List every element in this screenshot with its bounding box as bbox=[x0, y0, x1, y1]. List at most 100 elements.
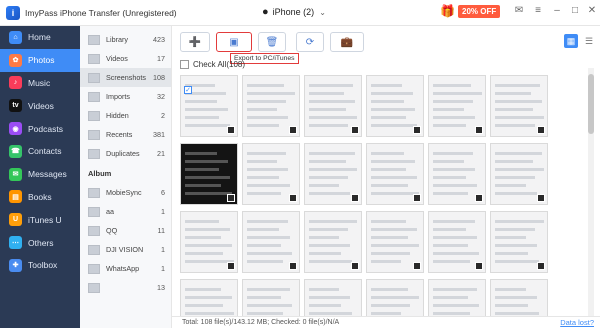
category-item[interactable]: Videos 17 bbox=[80, 49, 171, 68]
sidebar-item-music[interactable]: ♪ Music bbox=[0, 72, 80, 95]
screenshot-thumbnail[interactable] bbox=[304, 211, 362, 273]
category-item[interactable]: Hidden 2 bbox=[80, 106, 171, 125]
sidebar-item-others[interactable]: ⋯ Others bbox=[0, 231, 80, 254]
maximize-icon[interactable]: □ bbox=[568, 5, 582, 16]
expand-icon[interactable] bbox=[475, 194, 483, 202]
list-view-button[interactable]: ☰ bbox=[582, 34, 596, 48]
screenshot-thumbnail[interactable] bbox=[428, 211, 486, 273]
expand-icon[interactable] bbox=[413, 126, 421, 134]
screenshot-thumbnail[interactable] bbox=[366, 211, 424, 273]
expand-icon[interactable] bbox=[537, 126, 545, 134]
thumbnail-content-line bbox=[185, 244, 232, 247]
screenshot-thumbnail[interactable] bbox=[428, 143, 486, 205]
check-all[interactable]: Check All(108) bbox=[180, 60, 245, 69]
gift-icon[interactable]: 🎁 bbox=[440, 4, 455, 18]
menu-icon[interactable]: ≡ bbox=[531, 5, 545, 16]
sidebar-item-home[interactable]: ⌂ Home bbox=[0, 26, 80, 49]
category-item[interactable]: 13 bbox=[80, 278, 171, 297]
thumbnail-content-line bbox=[371, 192, 419, 195]
category-label: DJI VISION bbox=[106, 245, 144, 254]
minimize-icon[interactable]: – bbox=[550, 5, 564, 16]
screenshot-thumbnail[interactable] bbox=[242, 143, 300, 205]
category-item[interactable]: WhatsApp 1 bbox=[80, 259, 171, 278]
category-item[interactable]: MobieSync 6 bbox=[80, 183, 171, 202]
screenshot-thumbnail[interactable] bbox=[428, 75, 486, 137]
expand-icon[interactable] bbox=[289, 194, 297, 202]
thumbnail-content-line bbox=[371, 220, 406, 223]
category-item[interactable]: Library 423 bbox=[80, 30, 171, 49]
expand-icon[interactable] bbox=[537, 262, 545, 270]
expand-icon[interactable] bbox=[289, 126, 297, 134]
thumbnail-content-line bbox=[433, 312, 470, 315]
screenshot-thumbnail[interactable] bbox=[366, 279, 424, 316]
scroll-thumb[interactable] bbox=[588, 74, 594, 134]
screenshot-thumbnail[interactable] bbox=[180, 143, 238, 205]
screenshot-thumbnail[interactable] bbox=[490, 279, 548, 316]
screenshot-thumbnail[interactable] bbox=[304, 279, 362, 316]
toolkit-button[interactable]: 💼 bbox=[330, 32, 364, 52]
screenshot-thumbnail[interactable] bbox=[490, 211, 548, 273]
sidebar-item-contacts[interactable]: ☎ Contacts bbox=[0, 140, 80, 163]
category-count: 17 bbox=[157, 54, 165, 63]
category-item[interactable]: Screenshots 108 bbox=[80, 68, 171, 87]
screenshot-thumbnail[interactable] bbox=[180, 279, 238, 316]
screenshot-thumbnail[interactable] bbox=[490, 143, 548, 205]
sidebar-item-photos[interactable]: ✿ Photos bbox=[0, 48, 80, 72]
refresh-button[interactable]: ⟳ bbox=[296, 32, 324, 52]
sidebar-item-messages[interactable]: ✉ Messages bbox=[0, 163, 80, 186]
expand-icon[interactable] bbox=[351, 262, 359, 270]
expand-icon[interactable] bbox=[227, 194, 235, 202]
expand-icon[interactable] bbox=[351, 126, 359, 134]
screenshot-thumbnail[interactable] bbox=[366, 75, 424, 137]
category-item[interactable]: DJI VISION 1 bbox=[80, 240, 171, 259]
expand-icon[interactable] bbox=[537, 194, 545, 202]
expand-icon[interactable] bbox=[413, 262, 421, 270]
promo-area[interactable]: 🎁 20% OFF bbox=[440, 4, 501, 18]
status-bar: Total: 108 file(s)/143.12 MB; Checked: 0… bbox=[172, 316, 600, 328]
screenshot-thumbnail[interactable] bbox=[304, 75, 362, 137]
expand-icon[interactable] bbox=[227, 126, 235, 134]
expand-icon[interactable] bbox=[227, 262, 235, 270]
screenshot-thumbnail[interactable] bbox=[428, 279, 486, 316]
feedback-icon[interactable]: ✉ bbox=[512, 5, 526, 16]
screenshot-thumbnail[interactable] bbox=[242, 211, 300, 273]
thumbnail-content-line bbox=[495, 252, 528, 255]
screenshot-thumbnail[interactable] bbox=[242, 279, 300, 316]
add-button[interactable]: ➕ bbox=[180, 32, 210, 52]
category-item[interactable]: aa 1 bbox=[80, 202, 171, 221]
category-item[interactable]: QQ 11 bbox=[80, 221, 171, 240]
screenshot-thumbnail[interactable]: ✓ bbox=[180, 75, 238, 137]
screenshot-thumbnail[interactable] bbox=[304, 143, 362, 205]
podcasts-icon: ◉ bbox=[9, 122, 22, 136]
screenshot-thumbnail[interactable] bbox=[180, 211, 238, 273]
export-to-device-button[interactable]: ▣ bbox=[216, 32, 252, 52]
category-item[interactable]: Imports 32 bbox=[80, 87, 171, 106]
grid-view-button[interactable]: ▦ bbox=[564, 34, 578, 48]
data-lost-link[interactable]: Data lost? bbox=[560, 318, 594, 327]
category-item[interactable]: Recents 381 bbox=[80, 125, 171, 144]
expand-icon[interactable] bbox=[351, 194, 359, 202]
screenshot-thumbnail[interactable] bbox=[366, 143, 424, 205]
close-icon[interactable]: ✕ bbox=[585, 5, 599, 16]
expand-icon[interactable] bbox=[289, 262, 297, 270]
others-icon: ⋯ bbox=[9, 236, 22, 250]
discount-badge[interactable]: 20% OFF bbox=[458, 4, 501, 18]
sidebar-item-books[interactable]: ▤ Books bbox=[0, 186, 80, 209]
category-label: WhatsApp bbox=[106, 264, 140, 273]
screenshot-thumbnail[interactable] bbox=[490, 75, 548, 137]
delete-button[interactable]: 🗑 bbox=[258, 32, 286, 52]
grid-scrollbar[interactable] bbox=[588, 68, 594, 316]
album-thumbnail bbox=[88, 110, 100, 121]
expand-icon[interactable] bbox=[475, 126, 483, 134]
category-item[interactable]: Duplicates 21 bbox=[80, 144, 171, 163]
sidebar-item-itunes-u[interactable]: UiTunes U bbox=[0, 208, 80, 231]
device-selector[interactable]: ● iPhone (2) ⌄ bbox=[262, 6, 326, 18]
screenshot-thumbnail[interactable] bbox=[242, 75, 300, 137]
sidebar-item-videos[interactable]: tv Videos bbox=[0, 94, 80, 117]
sidebar-item-podcasts[interactable]: ◉ Podcasts bbox=[0, 117, 80, 140]
check-all-checkbox[interactable] bbox=[180, 60, 189, 69]
sidebar-item-toolbox[interactable]: ✚ Toolbox bbox=[0, 254, 80, 277]
thumbnail-checkbox[interactable]: ✓ bbox=[184, 86, 192, 94]
expand-icon[interactable] bbox=[413, 194, 421, 202]
expand-icon[interactable] bbox=[475, 262, 483, 270]
